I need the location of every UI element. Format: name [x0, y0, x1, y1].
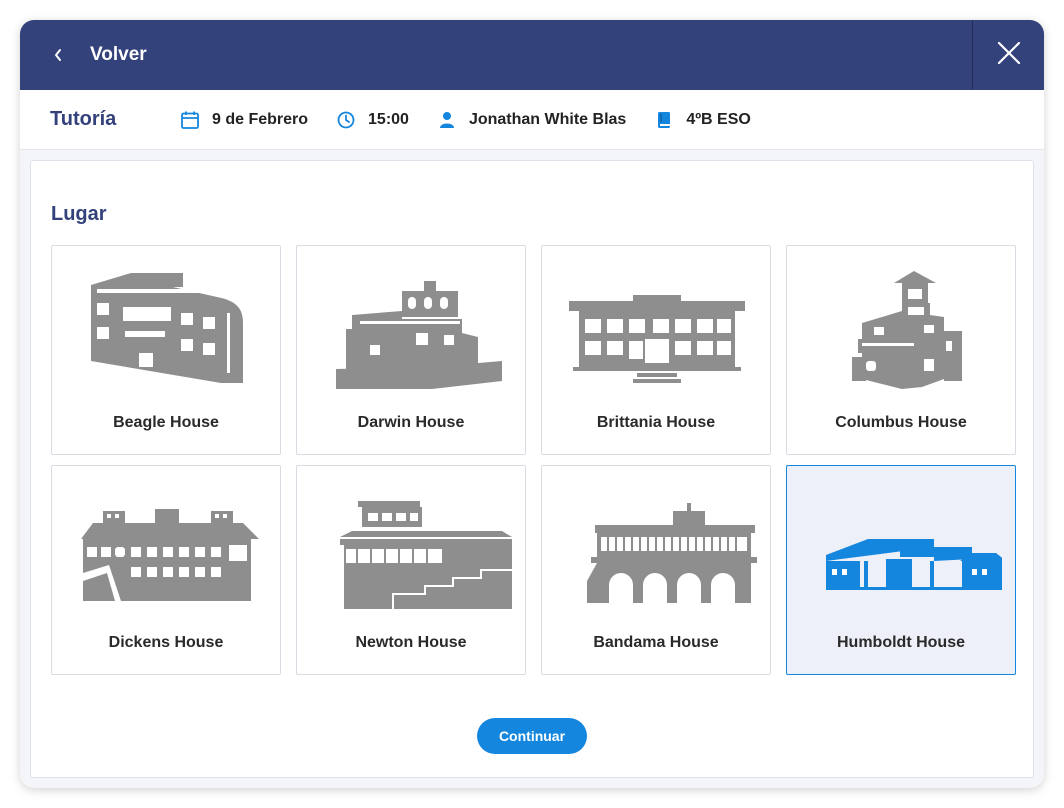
place-card-newton[interactable]: Newton House: [296, 465, 526, 675]
place-card-bandama[interactable]: Bandama House: [541, 465, 771, 675]
appointment-title: Tutoría: [50, 108, 117, 130]
place-card-columbus[interactable]: Columbus House: [786, 245, 1016, 455]
date-text: 9 de Febrero: [212, 110, 309, 128]
place-name: Beagle House: [113, 414, 219, 431]
place-name: Darwin House: [357, 414, 465, 431]
bandama-house-icon: [587, 503, 757, 603]
continue-button[interactable]: Continuar: [477, 718, 587, 754]
place-card-darwin[interactable]: Darwin House: [296, 245, 526, 455]
close-button[interactable]: [972, 20, 1044, 90]
place-card-beagle[interactable]: Beagle House: [51, 245, 281, 455]
place-name: Brittania House: [596, 414, 716, 431]
section-title: Lugar: [51, 203, 107, 225]
close-icon: [997, 41, 1021, 70]
group-text: 4ºB ESO: [686, 110, 751, 128]
person-text: Jonathan White Blas: [468, 110, 627, 128]
time-info: 15:00: [336, 110, 409, 130]
place-card-dickens[interactable]: Dickens House: [51, 465, 281, 675]
chevron-left-icon: [50, 47, 66, 63]
user-icon: [437, 110, 457, 130]
book-icon: [654, 110, 674, 130]
humboldt-house-icon: [826, 539, 1002, 590]
top-bar: Volver: [20, 20, 1044, 90]
place-content: Lugar Beagle House Darwin House Brittani…: [30, 160, 1034, 778]
place-name: Humboldt House: [837, 634, 965, 651]
beagle-house-icon: [91, 273, 243, 383]
place-card-humboldt[interactable]: Humboldt House: [786, 465, 1016, 675]
back-button[interactable]: Volver: [20, 20, 147, 90]
brittania-house-icon: [569, 295, 745, 383]
place-name: Dickens House: [108, 634, 224, 651]
group-info: 4ºB ESO: [654, 110, 751, 130]
person-info: Jonathan White Blas: [437, 110, 626, 130]
place-card-brittania[interactable]: Brittania House: [541, 245, 771, 455]
place-name: Bandama House: [593, 634, 719, 651]
date-info: 9 de Febrero: [180, 110, 308, 130]
newton-house-icon: [340, 501, 512, 609]
appointment-info-bar: Tutoría 9 de Febrero 15:00 Jonathan Whit…: [20, 90, 1044, 150]
clock-icon: [336, 110, 356, 130]
back-label: Volver: [90, 44, 147, 65]
time-text: 15:00: [368, 110, 409, 128]
columbus-house-icon: [852, 271, 962, 389]
darwin-house-icon: [336, 281, 502, 389]
dickens-house-icon: [81, 509, 259, 601]
place-name: Columbus House: [835, 414, 967, 431]
place-name: Newton House: [355, 634, 467, 651]
place-selection-modal: Volver Tutoría 9 de Febrero 15:00 Jonath…: [20, 20, 1044, 788]
calendar-icon: [180, 110, 200, 130]
